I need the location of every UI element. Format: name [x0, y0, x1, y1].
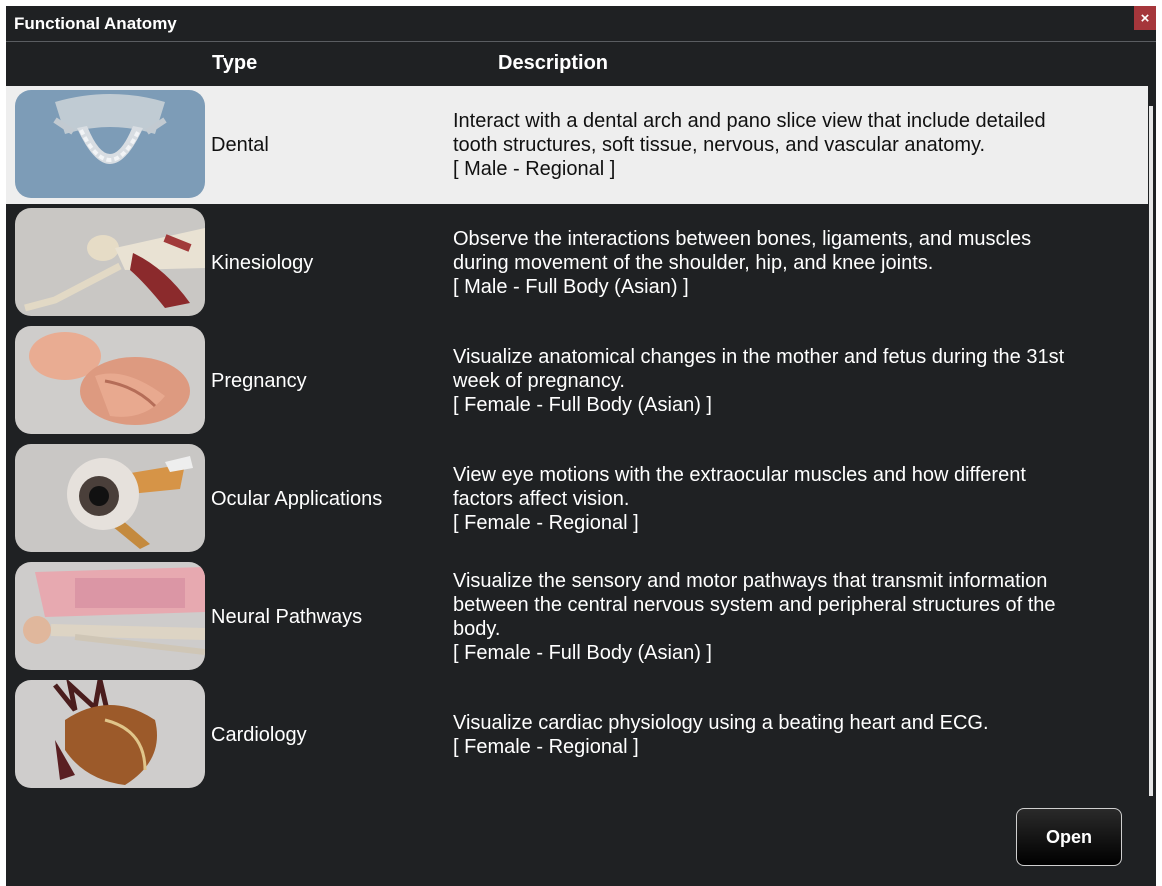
list-item-cardiology[interactable]: Cardiology Visualize cardiac physiology … — [6, 676, 1148, 794]
description-line: [ Female - Regional ] — [453, 512, 639, 534]
description-line: [ Female - Full Body (Asian) ] — [453, 642, 712, 664]
eyeball-thumbnail — [15, 444, 205, 552]
column-header-description[interactable]: Description — [498, 52, 608, 75]
row-type-label: Cardiology — [211, 723, 307, 746]
skeleton-muscles-thumbnail — [15, 208, 205, 316]
list-item-dental[interactable]: Dental Interact with a dental arch and p… — [6, 86, 1148, 204]
neural-skeleton-thumbnail — [15, 562, 205, 670]
row-type-label: Dental — [211, 133, 269, 156]
description-line: [ Male - Regional ] — [453, 158, 616, 180]
list-item-kinesiology[interactable]: Kinesiology Observe the interactions bet… — [6, 204, 1148, 322]
description-line: during movement of the shoulder, hip, an… — [453, 252, 934, 274]
dialog-title: Functional Anatomy — [14, 14, 177, 33]
row-description: Visualize the sensory and motor pathways… — [453, 569, 1143, 665]
row-type-label: Ocular Applications — [211, 487, 383, 510]
row-type-label: Neural Pathways — [211, 605, 363, 628]
row-description: Visualize cardiac physiology using a bea… — [453, 711, 1143, 759]
close-button[interactable]: × — [1134, 6, 1156, 30]
description-line: tooth structures, soft tissue, nervous, … — [453, 134, 986, 156]
row-type-label: Kinesiology — [211, 251, 314, 274]
description-line: Observe the interactions between bones, … — [453, 228, 1032, 250]
scrollbar-thumb[interactable] — [1149, 106, 1153, 796]
dental-arch-thumbnail — [15, 90, 205, 198]
description-line: [ Female - Full Body (Asian) ] — [453, 394, 712, 416]
description-line: [ Female - Regional ] — [453, 736, 639, 758]
fetus-thumbnail — [15, 326, 205, 434]
description-line: Visualize the sensory and motor pathways… — [453, 570, 1048, 592]
description-line: factors affect vision. — [453, 488, 630, 510]
description-line: [ Male - Full Body (Asian) ] — [453, 276, 689, 298]
description-line: between the central nervous system and p… — [453, 594, 1056, 616]
list-item-neural-pathways[interactable]: Neural Pathways Visualize the sensory an… — [6, 558, 1148, 676]
description-line: Visualize anatomical changes in the moth… — [453, 346, 1065, 368]
row-description: View eye motions with the extraocular mu… — [453, 463, 1143, 535]
title-bar: Functional Anatomy × — [6, 6, 1156, 42]
row-description: Visualize anatomical changes in the moth… — [453, 345, 1143, 417]
column-header-type[interactable]: Type — [212, 52, 257, 75]
row-type-label: Pregnancy — [211, 369, 307, 392]
description-line: View eye motions with the extraocular mu… — [453, 464, 1026, 486]
row-description: Observe the interactions between bones, … — [453, 227, 1143, 299]
row-description: Interact with a dental arch and pano sli… — [453, 109, 1143, 181]
anatomy-list: Dental Interact with a dental arch and p… — [6, 86, 1148, 796]
vertical-scrollbar[interactable] — [1149, 106, 1153, 796]
list-item-ocular-applications[interactable]: Ocular Applications View eye motions wit… — [6, 440, 1148, 558]
open-button[interactable]: Open — [1016, 808, 1122, 866]
list-item-pregnancy[interactable]: Pregnancy Visualize anatomical changes i… — [6, 322, 1148, 440]
description-line: Interact with a dental arch and pano sli… — [453, 110, 1046, 132]
description-line: Visualize cardiac physiology using a bea… — [453, 712, 989, 734]
heart-thumbnail — [15, 680, 205, 788]
description-line: body. — [453, 618, 501, 640]
description-line: week of pregnancy. — [453, 370, 625, 392]
functional-anatomy-dialog: Functional Anatomy × Type Description De… — [6, 6, 1156, 886]
